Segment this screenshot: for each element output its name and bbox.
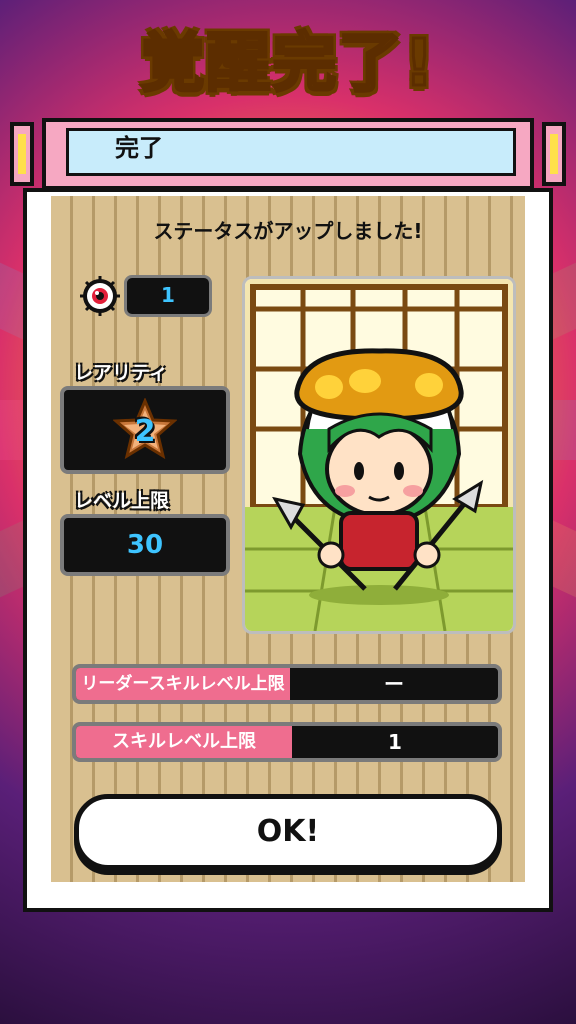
leader-skill-value: ー <box>384 672 404 696</box>
rarity-value: 2 <box>134 414 156 449</box>
title-text: 覚醒完了! <box>139 12 435 104</box>
awakening-complete-title: 覚醒完了! <box>0 12 576 104</box>
rarity-label: レアリティ <box>74 362 168 384</box>
header-label: 完了 <box>115 134 163 162</box>
eyeball-count-box: 1 <box>124 275 212 317</box>
ok-button[interactable]: OK! <box>74 794 502 870</box>
skill-value: 1 <box>388 730 402 754</box>
character-illustration <box>245 279 513 631</box>
dialog-header <box>8 118 568 190</box>
eyeball-count: 1 <box>161 283 175 307</box>
level-cap-label: レベル上限 <box>74 490 170 512</box>
rarity-box: 2 <box>60 386 230 474</box>
character-portrait <box>242 276 516 634</box>
level-cap-box: 30 <box>60 514 230 576</box>
leader-skill-level-cap-row: リーダースキルレベル上限 ー <box>72 664 502 704</box>
leader-skill-label: リーダースキルレベル上限 <box>76 668 290 700</box>
skill-label: スキルレベル上限 <box>76 726 292 758</box>
level-cap-value: 30 <box>126 530 164 560</box>
eyeball-icon <box>80 276 120 316</box>
skill-level-cap-row: スキルレベル上限 1 <box>72 722 502 762</box>
status-up-message: ステータスがアップしました! <box>153 219 423 243</box>
